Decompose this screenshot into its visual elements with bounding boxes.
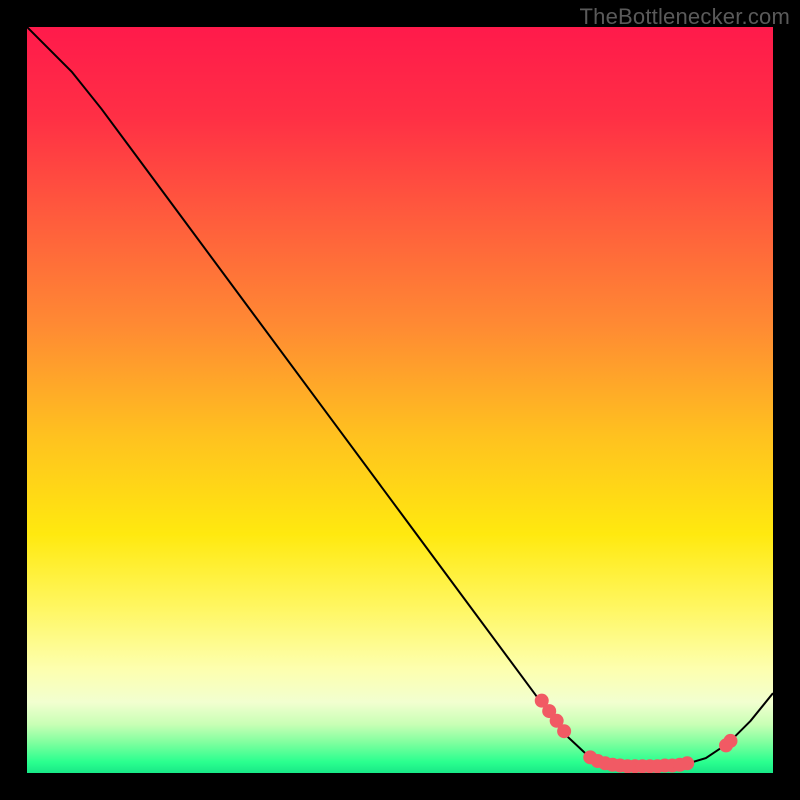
chart-plot-area xyxy=(27,27,773,773)
data-marker xyxy=(680,756,694,770)
gradient-background xyxy=(27,27,773,773)
chart-svg xyxy=(27,27,773,773)
watermark-text: TheBottlenecker.com xyxy=(580,4,790,30)
data-marker xyxy=(557,724,571,738)
chart-frame: TheBottlenecker.com xyxy=(0,0,800,800)
data-marker xyxy=(723,734,737,748)
